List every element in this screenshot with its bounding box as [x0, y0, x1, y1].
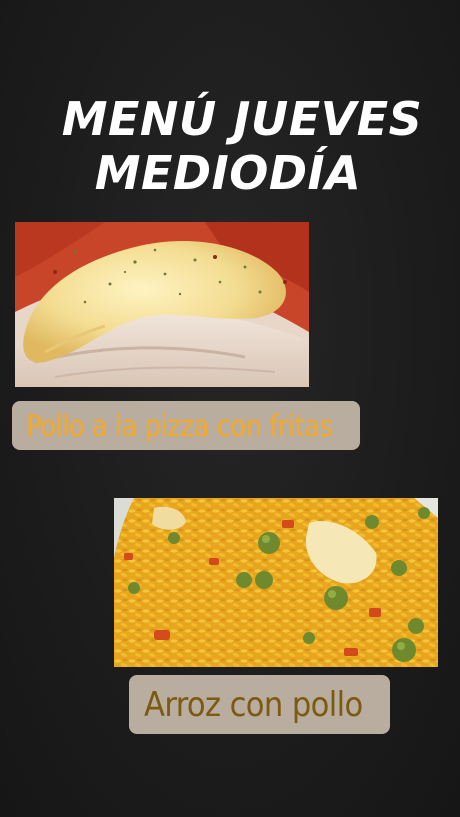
dish-1-caption: Pollo a la pizza con fritas: [12, 401, 360, 450]
dish-1-name: Pollo a la pizza con fritas: [26, 408, 333, 443]
dish-2-name: Arroz con pollo: [144, 684, 363, 725]
menu-title-line2: MEDIODÍA: [94, 146, 362, 200]
dish-2-caption: Arroz con pollo: [129, 675, 390, 734]
menu-title-line1: MENÚ JUEVES: [61, 92, 423, 146]
rice-with-chicken-photo: [114, 498, 438, 667]
chicken-pizza-photo: [15, 222, 309, 387]
